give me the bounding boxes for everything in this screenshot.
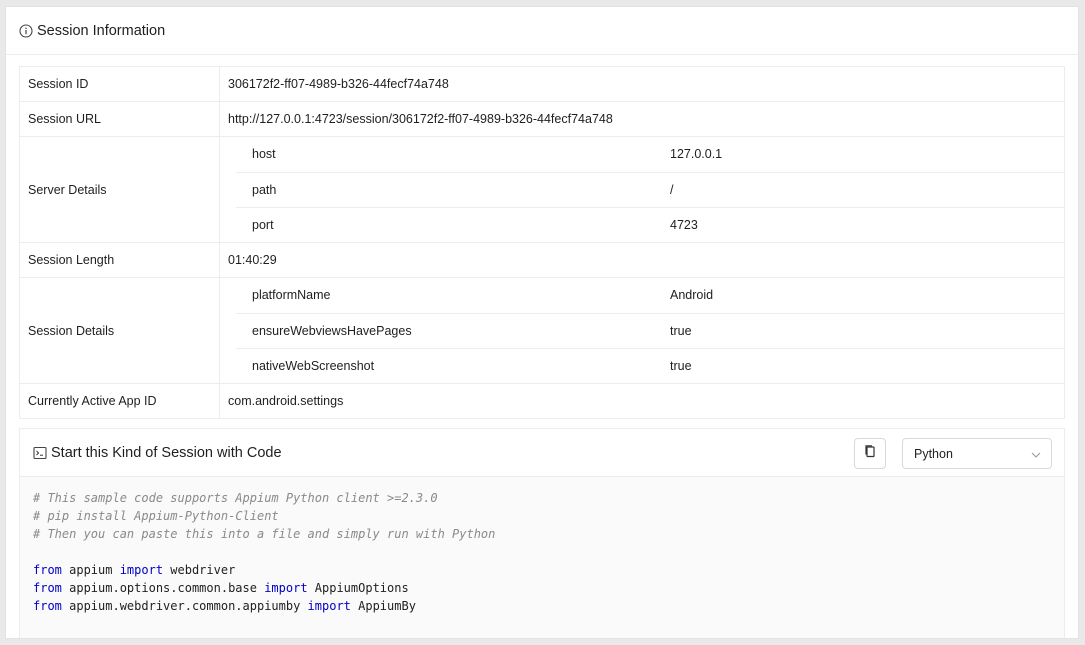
code-text: AppiumOptions	[307, 581, 409, 595]
row-label: Currently Active App ID	[19, 383, 220, 419]
sub-key: port	[236, 206, 670, 242]
code-comment-line: # pip install Appium-Python-Client	[33, 509, 279, 523]
copy-code-button[interactable]	[854, 438, 886, 469]
code-text: appium.options.common.base	[61, 581, 265, 595]
code-block: # This sample code supports Appium Pytho…	[20, 477, 1064, 638]
sub-value: 4723	[670, 206, 1064, 242]
terminal-icon	[33, 446, 47, 460]
sub-value: true	[670, 312, 1064, 348]
info-icon	[19, 23, 33, 38]
table-row: host 127.0.0.1	[236, 137, 1064, 172]
card-title: Session Information	[37, 22, 166, 39]
server-details-table: host 127.0.0.1 path / port 4723	[236, 137, 1064, 242]
row-label: Session Length	[19, 242, 220, 278]
table-row: nativeWebScreenshot true	[236, 347, 1064, 383]
code-text: AppiumBy	[350, 599, 416, 613]
table-row: Session Details platformName Android ensu…	[19, 277, 1065, 384]
sub-value: 127.0.0.1	[670, 147, 723, 162]
session-url-value: http://127.0.0.1:4723/session/306172f2-f…	[219, 101, 1065, 137]
session-id-value: 306172f2-ff07-4989-b326-44fecf74a748	[228, 77, 449, 91]
sub-value: /	[670, 171, 1064, 207]
sub-key: host	[252, 147, 276, 162]
table-row: port 4723	[236, 206, 1064, 242]
card-header: Session Information	[6, 7, 1078, 55]
code-keyword: import	[264, 581, 308, 595]
table-row: Session ID 306172f2-ff07-4989-b326-44fec…	[19, 66, 1065, 102]
sub-key: platformName	[252, 288, 331, 303]
session-info-card: Session Information Session ID 306172f2-…	[5, 6, 1079, 639]
table-row: Session URL http://127.0.0.1:4723/sessio…	[19, 101, 1065, 137]
copy-icon	[863, 444, 877, 463]
sub-value: Android	[670, 288, 714, 303]
active-app-id-value: com.android.settings	[219, 383, 1065, 419]
table-row: Server Details host 127.0.0.1 path / port 4…	[19, 136, 1065, 243]
code-keyword: from	[33, 581, 62, 595]
code-keyword: from	[33, 599, 62, 613]
session-length-value: 01:40:29	[219, 242, 1065, 278]
sub-key: path	[236, 171, 670, 207]
sub-key: nativeWebScreenshot	[236, 347, 670, 383]
row-label: Session Details	[19, 277, 220, 384]
code-card-header: Start this Kind of Session with Code Pyt…	[20, 429, 1064, 477]
code-text: appium.webdriver.common.appiumby	[61, 599, 308, 613]
code-comment-line: # This sample code supports Appium Pytho…	[33, 491, 438, 505]
code-text: webdriver	[163, 563, 236, 577]
table-row: Currently Active App ID com.android.sett…	[19, 383, 1065, 419]
code-text: appium	[61, 563, 120, 577]
row-label: Server Details	[19, 136, 220, 243]
session-details-table: platformName Android ensureWebviewsHavePa…	[236, 278, 1064, 383]
session-info-table: Session ID 306172f2-ff07-4989-b326-44fec…	[19, 66, 1065, 419]
sub-key: ensureWebviewsHavePages	[236, 312, 670, 348]
chevron-down-icon	[1031, 449, 1041, 459]
row-label: Session ID	[19, 66, 220, 102]
code-card-title: Start this Kind of Session with Code	[51, 444, 282, 461]
language-select-value: Python	[914, 446, 953, 461]
code-sample-card: Start this Kind of Session with Code Pyt…	[19, 428, 1065, 638]
code-keyword: import	[307, 599, 351, 613]
language-select[interactable]: Python	[902, 438, 1052, 469]
sub-value: true	[670, 347, 1064, 383]
table-row: path /	[236, 171, 1064, 207]
code-comment-line: # Then you can paste this into a file an…	[33, 527, 496, 541]
code-keyword: import	[119, 563, 164, 577]
table-row: ensureWebviewsHavePages true	[236, 312, 1064, 348]
row-label: Session URL	[19, 101, 220, 137]
table-row: platformName Android	[236, 278, 1064, 313]
table-row: Session Length 01:40:29	[19, 242, 1065, 278]
code-keyword: from	[33, 563, 62, 577]
